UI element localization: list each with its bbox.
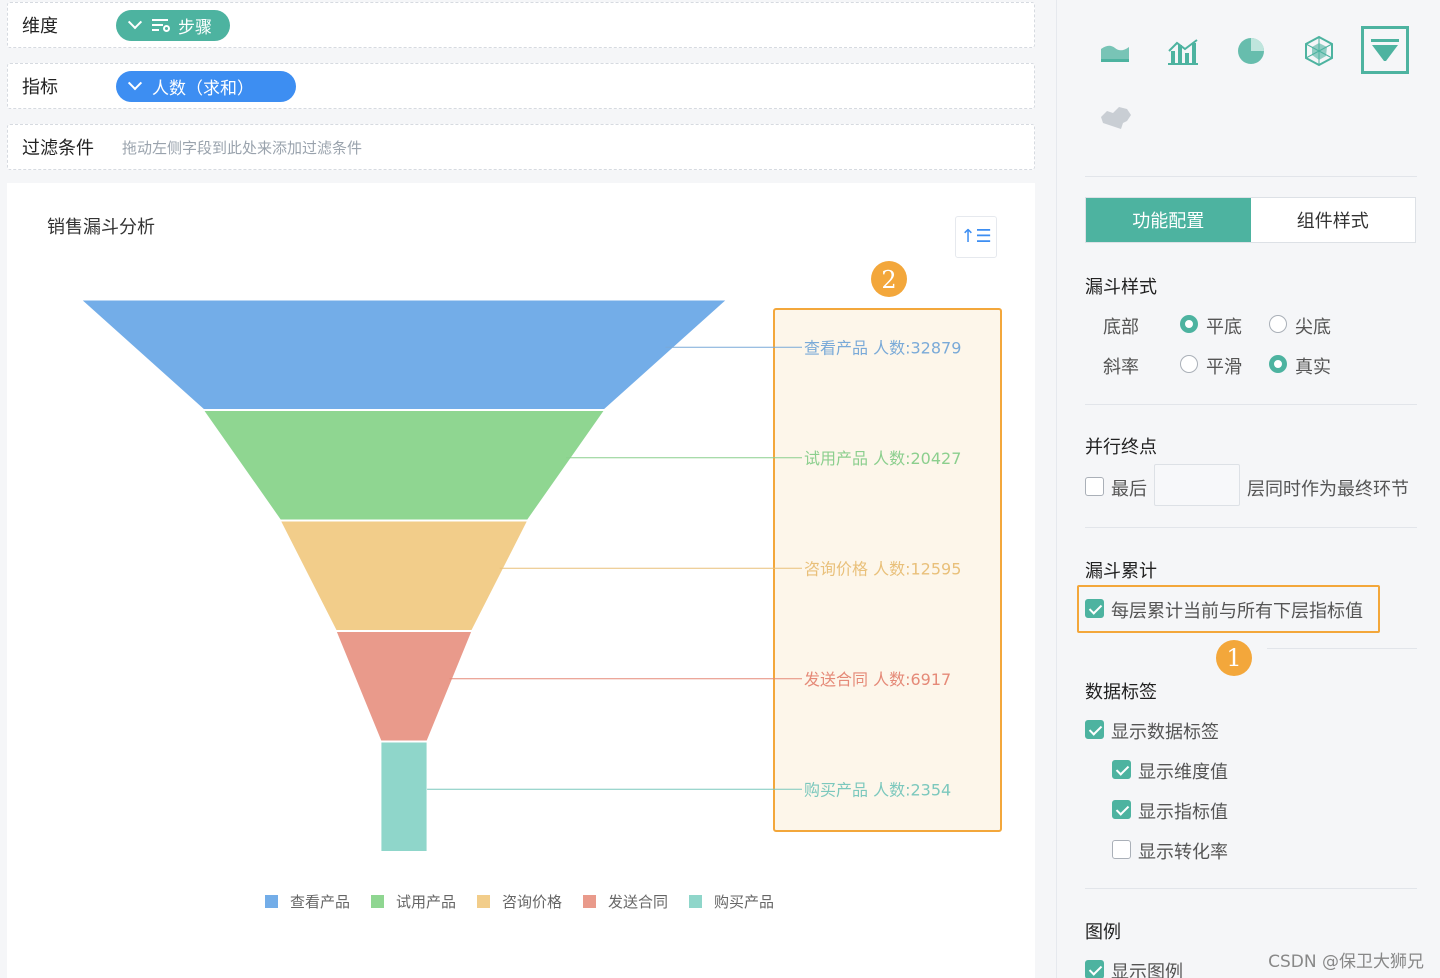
radio-real-label[interactable]: 真实 <box>1295 353 1331 379</box>
radio-pointed-bottom-label[interactable]: 尖底 <box>1295 313 1331 339</box>
sort-steps-icon <box>152 18 170 32</box>
show-dim-label[interactable]: 显示维度值 <box>1138 758 1228 784</box>
annotation-badge-1: 1 <box>1216 640 1252 676</box>
legend-item-3: 咨询价格 <box>502 893 562 911</box>
pie-chart-icon[interactable] <box>1227 27 1275 75</box>
filter-label: 过滤条件 <box>22 138 94 159</box>
combo-chart-icon[interactable] <box>1159 27 1207 75</box>
cumulative-title: 漏斗累计 <box>1085 561 1157 582</box>
radar-chart-icon[interactable] <box>1295 27 1343 75</box>
filter-hint: 拖动左侧字段到此处来添加过滤条件 <box>122 138 363 157</box>
funnel-layer-1 <box>80 299 728 410</box>
funnel-layer-4 <box>335 631 473 742</box>
chevron-down-icon <box>127 15 143 30</box>
show-metric-checkbox[interactable] <box>1112 800 1131 819</box>
radio-smooth[interactable] <box>1180 355 1198 373</box>
radio-flat-bottom[interactable] <box>1180 315 1198 333</box>
funnel-style-title: 漏斗样式 <box>1085 277 1157 298</box>
radio-real[interactable] <box>1269 355 1287 373</box>
parallel-end-title: 并行终点 <box>1085 437 1157 458</box>
data-label-3: 咨询价格 人数:12595 <box>804 559 961 578</box>
layer-count-input[interactable] <box>1154 464 1240 506</box>
show-rate-checkbox[interactable] <box>1112 840 1131 859</box>
funnel-chart: 2 查看产品 人数:32879 试用产品 人数:20427 咨询价格 人数:12595… <box>80 261 1002 911</box>
tab-function-config[interactable]: 功能配置 <box>1086 198 1251 242</box>
legend-swatch-2 <box>371 895 384 908</box>
legend-item-1: 查看产品 <box>290 893 350 911</box>
cumulative-checkbox[interactable] <box>1085 599 1104 618</box>
legend-title: 图例 <box>1085 922 1121 943</box>
data-labels-title: 数据标签 <box>1085 682 1157 703</box>
filter-row[interactable]: 过滤条件 拖动左侧字段到此处来添加过滤条件 <box>7 124 1035 170</box>
bottom-label: 底部 <box>1103 317 1139 338</box>
legend-item-2: 试用产品 <box>396 893 456 911</box>
show-dim-checkbox[interactable] <box>1112 760 1131 779</box>
dimension-pill-label: 步骤 <box>178 17 212 38</box>
divider <box>1267 648 1417 649</box>
parallel-end-suffix: 层同时作为最终环节 <box>1247 479 1409 500</box>
area-chart-icon[interactable] <box>1091 27 1139 75</box>
data-label-1: 查看产品 人数:32879 <box>804 338 961 357</box>
show-legend-checkbox[interactable] <box>1085 960 1104 978</box>
dimension-pill[interactable]: 步骤 <box>116 9 230 41</box>
funnel-layer-3 <box>279 520 529 631</box>
cumulative-label[interactable]: 每层累计当前与所有下层指标值 <box>1111 597 1363 623</box>
data-label-4: 发送合同 人数:6917 <box>804 670 951 689</box>
config-panel: 功能配置 组件样式 漏斗样式 底部 平底 尖底 斜率 平滑 真实 并行终点 最后… <box>1056 0 1440 978</box>
metric-label: 指标 <box>22 77 58 98</box>
funnel-layer-2 <box>202 410 606 521</box>
legend-item-5: 购买产品 <box>714 893 774 911</box>
last-checkbox[interactable] <box>1085 477 1104 496</box>
config-tabs: 功能配置 组件样式 <box>1085 197 1416 243</box>
divider <box>1085 404 1417 405</box>
legend-swatch-4 <box>583 895 596 908</box>
divider <box>1085 527 1417 528</box>
metric-row: 指标 人数（求和） <box>7 63 1035 109</box>
funnel-chart-icon[interactable] <box>1361 26 1409 74</box>
show-data-labels-label[interactable]: 显示数据标签 <box>1111 718 1219 744</box>
map-chart-icon[interactable] <box>1091 94 1139 142</box>
radio-pointed-bottom[interactable] <box>1269 315 1287 333</box>
show-data-labels-checkbox[interactable] <box>1085 720 1104 739</box>
divider <box>1085 176 1417 177</box>
dimension-label: 维度 <box>22 16 58 37</box>
tab-component-style[interactable]: 组件样式 <box>1250 198 1415 242</box>
funnel-layer-5 <box>380 741 428 852</box>
dimension-row: 维度 步骤 <box>7 2 1035 48</box>
radio-flat-bottom-label[interactable]: 平底 <box>1206 313 1242 339</box>
chart-card: 销售漏斗分析 ↑☰ 2 查看产品 人数:32879 试用产品 人数:20427 咨询价… <box>7 183 1035 978</box>
show-legend-label[interactable]: 显示图例 <box>1111 958 1183 978</box>
divider <box>1085 888 1417 889</box>
chevron-down-icon <box>127 76 143 91</box>
data-label-5: 购买产品 人数:2354 <box>804 780 951 799</box>
legend-swatch-1 <box>265 895 278 908</box>
show-metric-label[interactable]: 显示指标值 <box>1138 798 1228 824</box>
annotation-badge-2-label: 2 <box>881 266 896 294</box>
legend-swatch-3 <box>477 895 490 908</box>
legend-swatch-5 <box>689 895 702 908</box>
watermark: CSDN @保卫大狮兄 <box>1268 952 1424 972</box>
data-label-2: 试用产品 人数:20427 <box>804 449 961 468</box>
radio-smooth-label[interactable]: 平滑 <box>1206 353 1242 379</box>
metric-pill-label: 人数（求和） <box>152 78 254 99</box>
show-rate-label[interactable]: 显示转化率 <box>1138 838 1228 864</box>
last-label: 最后 <box>1111 479 1147 500</box>
slope-label: 斜率 <box>1103 357 1139 378</box>
metric-pill[interactable]: 人数（求和） <box>116 70 296 102</box>
legend-item-4: 发送合同 <box>608 893 668 911</box>
